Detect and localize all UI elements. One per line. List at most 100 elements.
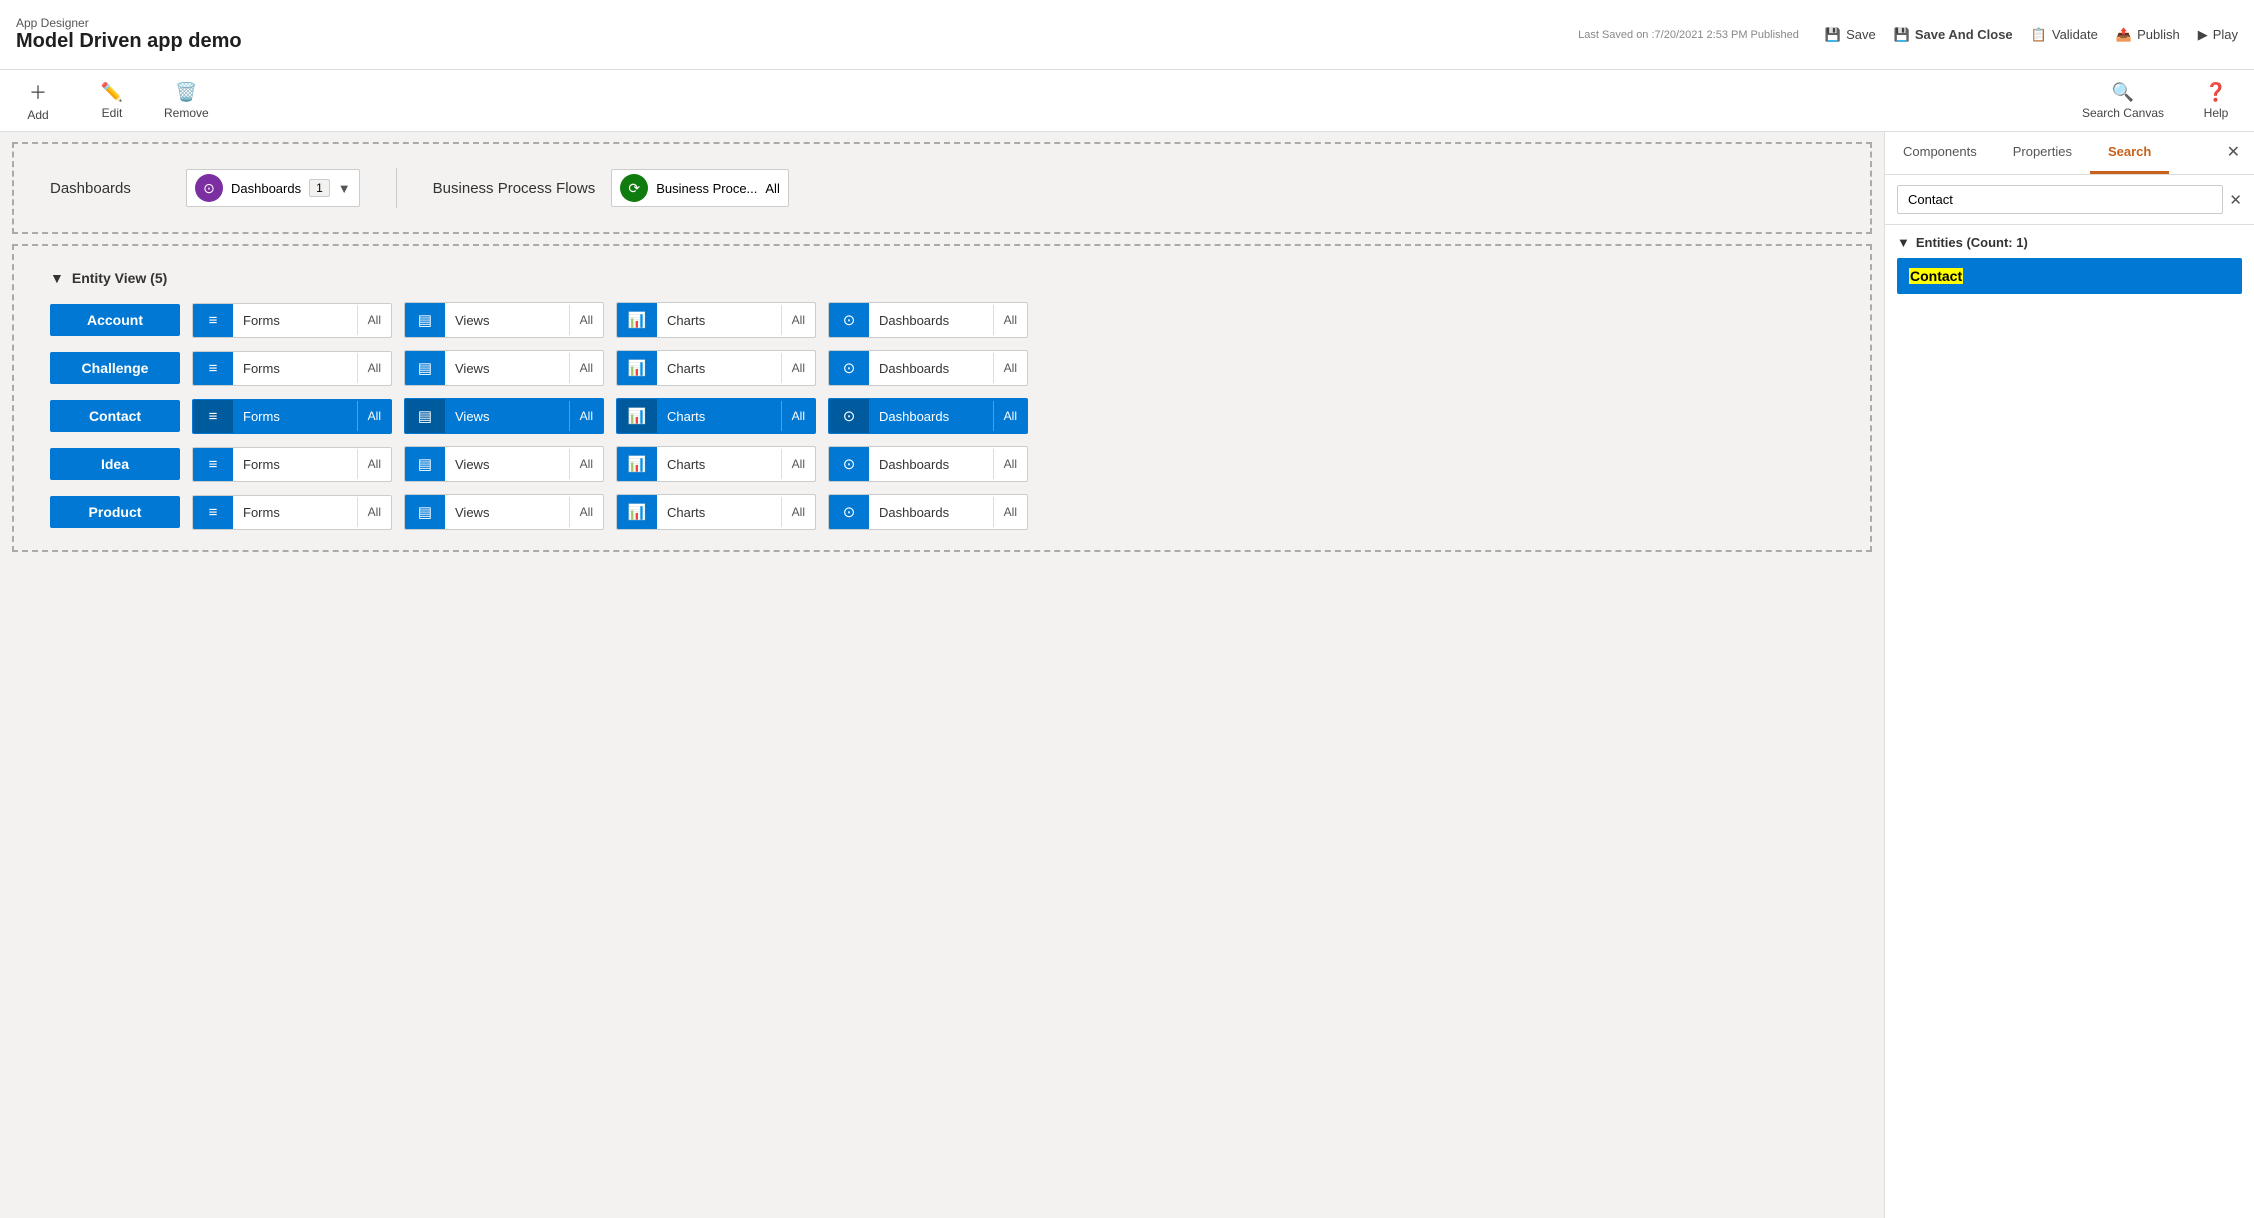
dashboards-entity-icon: ⊙	[829, 495, 869, 529]
app-title: Model Driven app demo	[16, 30, 242, 53]
forms-chip-account[interactable]: ≡ Forms All	[192, 303, 392, 338]
views-icon: ▤	[405, 351, 445, 385]
toolbar-right: 🔍 Search Canvas ❓ Help	[2082, 82, 2238, 120]
save-and-close-button[interactable]: 💾 Save And Close	[1894, 27, 2013, 43]
search-canvas-icon: 🔍	[2112, 82, 2134, 103]
save-icon: 💾	[1825, 27, 1841, 43]
remove-button[interactable]: 🗑️ Remove	[164, 82, 209, 120]
views-chip-account[interactable]: ▤ Views All	[404, 302, 604, 338]
entity-name-btn-product[interactable]: Product	[50, 496, 180, 528]
entity-view-section: ▼ Entity View (5) Account ≡ Forms All ▤ …	[12, 244, 1872, 552]
views-icon: ▤	[405, 399, 445, 433]
publish-button[interactable]: 📤 Publish	[2116, 27, 2180, 43]
dashboards-chip[interactable]: ⊙ Dashboards 1 ▼	[186, 169, 360, 207]
collapse-entities-icon: ▼	[1897, 235, 1910, 250]
charts-icon: 📊	[617, 399, 657, 433]
entity-row: Contact ≡ Forms All ▤ Views All 📊 Charts…	[50, 398, 1834, 434]
charts-chip-product[interactable]: 📊 Charts All	[616, 494, 816, 530]
forms-chip-contact[interactable]: ≡ Forms All	[192, 399, 392, 434]
app-info: App Designer Model Driven app demo	[16, 16, 242, 53]
dashboards-chip-idea[interactable]: ⊙ Dashboards All	[828, 446, 1028, 482]
top-bar: App Designer Model Driven app demo Last …	[0, 0, 2254, 70]
dashboards-chip-account[interactable]: ⊙ Dashboards All	[828, 302, 1028, 338]
entity-name-btn-account[interactable]: Account	[50, 304, 180, 336]
highlighted-text: Contact	[1909, 268, 1963, 284]
save-button[interactable]: 💾 Save	[1825, 27, 1876, 43]
charts-icon: 📊	[617, 495, 657, 529]
charts-chip-contact[interactable]: 📊 Charts All	[616, 398, 816, 434]
views-chip-contact[interactable]: ▤ Views All	[404, 398, 604, 434]
charts-icon: 📊	[617, 351, 657, 385]
entity-row: Product ≡ Forms All ▤ Views All 📊 Charts…	[50, 494, 1834, 530]
views-chip-idea[interactable]: ▤ Views All	[404, 446, 604, 482]
dashboards-chip-count: 1	[309, 179, 330, 197]
bpf-label: Business Process Flows	[433, 180, 596, 197]
add-button[interactable]: ＋ Add	[16, 79, 60, 122]
vertical-divider	[396, 168, 397, 208]
forms-icon: ≡	[193, 496, 233, 529]
dashboards-row: Dashboards ⊙ Dashboards 1 ▼ Business Pro…	[30, 158, 1854, 218]
search-input[interactable]	[1897, 185, 2223, 214]
forms-icon: ≡	[193, 304, 233, 337]
entity-row: Challenge ≡ Forms All ▤ Views All 📊 Char…	[50, 350, 1834, 386]
entity-view-header: ▼ Entity View (5)	[30, 260, 1854, 296]
charts-icon: 📊	[617, 447, 657, 481]
close-panel-button[interactable]: ✕	[2213, 132, 2254, 174]
dashboards-dropdown-arrow[interactable]: ▼	[338, 181, 351, 196]
dashboards-chip-icon: ⊙	[195, 174, 223, 202]
charts-chip-account[interactable]: 📊 Charts All	[616, 302, 816, 338]
tab-properties[interactable]: Properties	[1995, 132, 2090, 174]
toolbar: ＋ Add ✏️ Edit 🗑️ Remove 🔍 Search Canvas …	[0, 70, 2254, 132]
collapse-icon[interactable]: ▼	[50, 270, 64, 286]
search-result-contact[interactable]: Contact	[1897, 258, 2242, 294]
play-button[interactable]: ▶ Play	[2198, 27, 2238, 43]
forms-icon: ≡	[193, 400, 233, 433]
bpf-chip-icon: ⟳	[620, 174, 648, 202]
validate-icon: 📋	[2031, 27, 2047, 43]
bpf-chip[interactable]: ⟳ Business Proce... All	[611, 169, 789, 207]
views-icon: ▤	[405, 303, 445, 337]
panel-tabs: Components Properties Search ✕	[1885, 132, 2254, 175]
dashboards-entity-icon: ⊙	[829, 303, 869, 337]
entity-name-btn-challenge[interactable]: Challenge	[50, 352, 180, 384]
views-icon: ▤	[405, 447, 445, 481]
panel-search-area: ✕	[1885, 175, 2254, 225]
bpf-chip-badge: All	[765, 181, 779, 196]
charts-chip-challenge[interactable]: 📊 Charts All	[616, 350, 816, 386]
play-icon: ▶	[2198, 27, 2208, 43]
bpf-chip-label: Business Proce...	[656, 181, 757, 196]
dashboards-chip-challenge[interactable]: ⊙ Dashboards All	[828, 350, 1028, 386]
views-icon: ▤	[405, 495, 445, 529]
entity-rows: Account ≡ Forms All ▤ Views All 📊 Charts…	[30, 296, 1854, 536]
tab-search[interactable]: Search	[2090, 132, 2169, 174]
dashboards-entity-icon: ⊙	[829, 399, 869, 433]
dashboards-entity-icon: ⊙	[829, 351, 869, 385]
top-bar-actions: Last Saved on :7/20/2021 2:53 PM Publish…	[1578, 27, 2238, 43]
forms-icon: ≡	[193, 448, 233, 481]
canvas-scroll[interactable]: Dashboards ⊙ Dashboards 1 ▼ Business Pro…	[0, 132, 1884, 1218]
help-button[interactable]: ❓ Help	[2194, 82, 2238, 120]
entity-name-btn-contact[interactable]: Contact	[50, 400, 180, 432]
tab-components[interactable]: Components	[1885, 132, 1995, 174]
views-chip-challenge[interactable]: ▤ Views All	[404, 350, 604, 386]
app-label: App Designer	[16, 16, 242, 30]
forms-chip-product[interactable]: ≡ Forms All	[192, 495, 392, 530]
forms-chip-idea[interactable]: ≡ Forms All	[192, 447, 392, 482]
right-panel: Components Properties Search ✕ ✕ ▼ Entit…	[1884, 132, 2254, 1218]
edit-button[interactable]: ✏️ Edit	[90, 82, 134, 120]
dashboards-section: Dashboards ⊙ Dashboards 1 ▼ Business Pro…	[12, 142, 1872, 234]
dashboards-chip-contact[interactable]: ⊙ Dashboards All	[828, 398, 1028, 434]
add-icon: ＋	[29, 79, 47, 105]
entity-name-btn-idea[interactable]: Idea	[50, 448, 180, 480]
clear-search-button[interactable]: ✕	[2229, 191, 2242, 209]
dashboards-chip-product[interactable]: ⊙ Dashboards All	[828, 494, 1028, 530]
search-canvas-button[interactable]: 🔍 Search Canvas	[2082, 82, 2164, 120]
last-saved: Last Saved on :7/20/2021 2:53 PM Publish…	[1578, 29, 1799, 41]
charts-chip-idea[interactable]: 📊 Charts All	[616, 446, 816, 482]
views-chip-product[interactable]: ▤ Views All	[404, 494, 604, 530]
forms-chip-challenge[interactable]: ≡ Forms All	[192, 351, 392, 386]
entities-count-header[interactable]: ▼ Entities (Count: 1)	[1897, 235, 2242, 250]
dashboards-entity-icon: ⊙	[829, 447, 869, 481]
canvas-area: Dashboards ⊙ Dashboards 1 ▼ Business Pro…	[0, 132, 1884, 1218]
validate-button[interactable]: 📋 Validate	[2031, 27, 2098, 43]
